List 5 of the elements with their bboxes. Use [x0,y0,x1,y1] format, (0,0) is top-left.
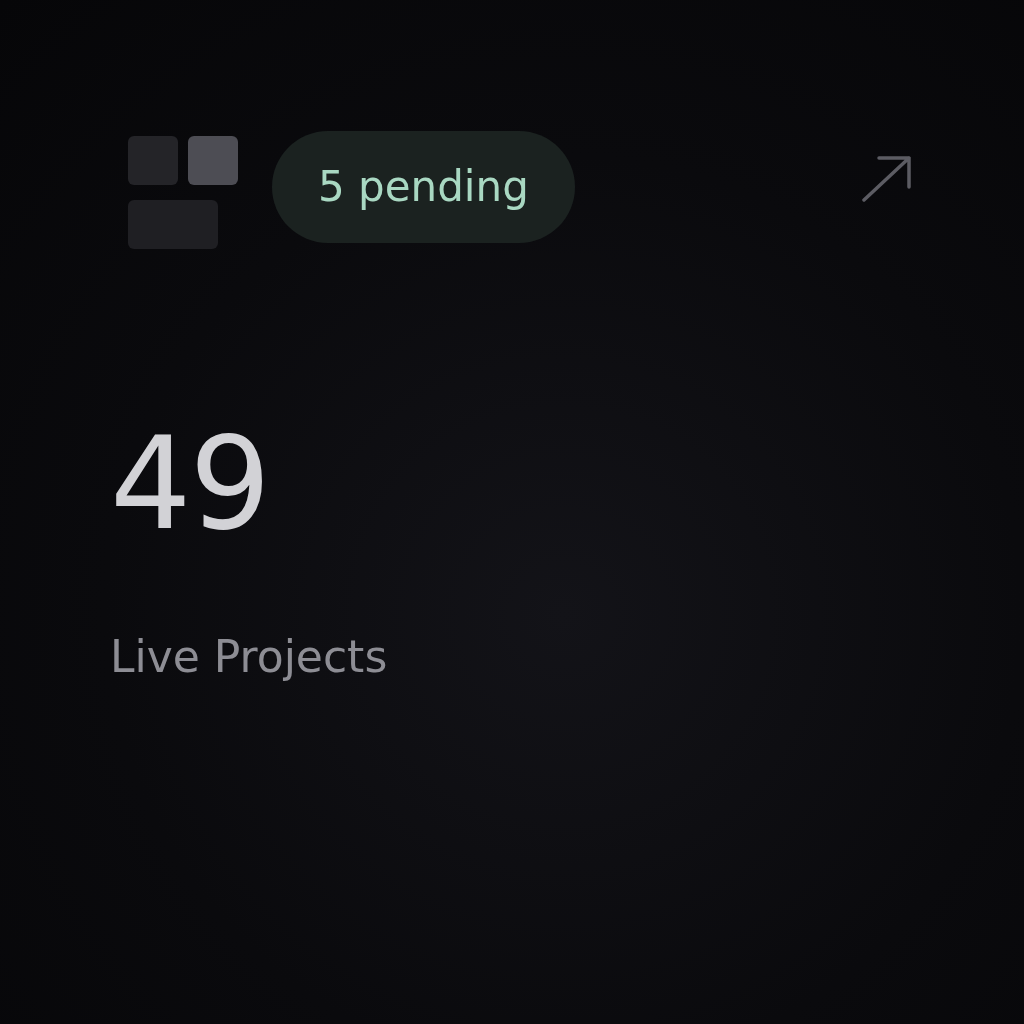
pending-badge: 5 pending [272,131,575,243]
grid-icon [128,136,238,249]
metric-value: 49 [110,409,269,559]
metric-label: Live Projects [110,630,388,684]
arrow-icon[interactable] [862,155,912,203]
